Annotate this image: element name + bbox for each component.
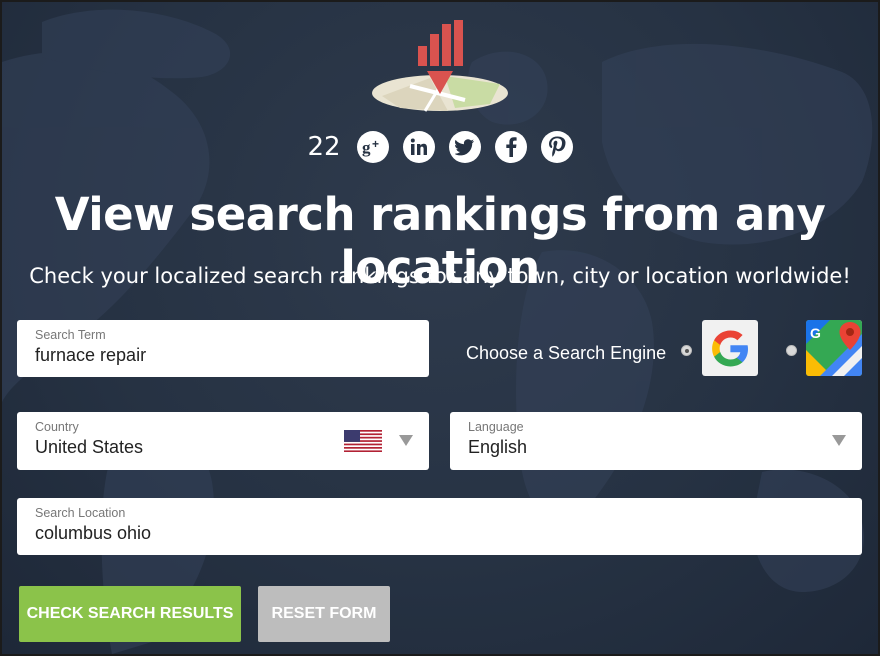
language-value: English bbox=[468, 437, 528, 457]
linkedin-icon[interactable] bbox=[402, 131, 435, 163]
language-label: Language bbox=[468, 420, 524, 434]
share-count: 22 bbox=[307, 132, 341, 162]
twitter-icon[interactable] bbox=[448, 131, 481, 163]
reset-form-button[interactable]: RESET FORM bbox=[258, 586, 390, 642]
search-term-label: Search Term bbox=[35, 328, 106, 342]
search-engine-label: Choose a Search Engine bbox=[466, 343, 667, 363]
google-icon[interactable] bbox=[702, 320, 758, 376]
language-select[interactable]: Language English bbox=[450, 412, 862, 470]
social-share-bar: 22 g + bbox=[2, 131, 878, 163]
pinterest-icon[interactable] bbox=[540, 131, 573, 163]
svg-text:G: G bbox=[810, 325, 821, 341]
svg-text:g: g bbox=[362, 138, 371, 157]
google-plus-icon[interactable]: g + bbox=[356, 131, 389, 163]
chevron-down-icon[interactable] bbox=[832, 435, 846, 446]
page-frame: 22 g + View search rankings from any loca… bbox=[0, 0, 880, 656]
us-flag-icon bbox=[344, 430, 382, 452]
check-search-results-button[interactable]: CHECK SEARCH RESULTS bbox=[19, 586, 241, 642]
search-term-field[interactable]: Search Term bbox=[17, 320, 429, 377]
svg-text:+: + bbox=[372, 137, 379, 151]
facebook-icon[interactable] bbox=[494, 131, 527, 163]
search-location-input[interactable] bbox=[35, 523, 844, 544]
google-maps-radio[interactable] bbox=[786, 345, 797, 356]
google-maps-icon[interactable]: G bbox=[806, 320, 862, 376]
country-select[interactable]: Country United States bbox=[17, 412, 429, 470]
page-subtitle: Check your localized search rankings for… bbox=[29, 264, 851, 288]
search-location-label: Search Location bbox=[35, 506, 126, 520]
chevron-down-icon[interactable] bbox=[399, 435, 413, 446]
google-radio[interactable] bbox=[681, 345, 692, 356]
search-location-field[interactable]: Search Location bbox=[17, 498, 862, 555]
map-chart-logo bbox=[372, 20, 508, 112]
search-term-input[interactable] bbox=[35, 345, 411, 366]
